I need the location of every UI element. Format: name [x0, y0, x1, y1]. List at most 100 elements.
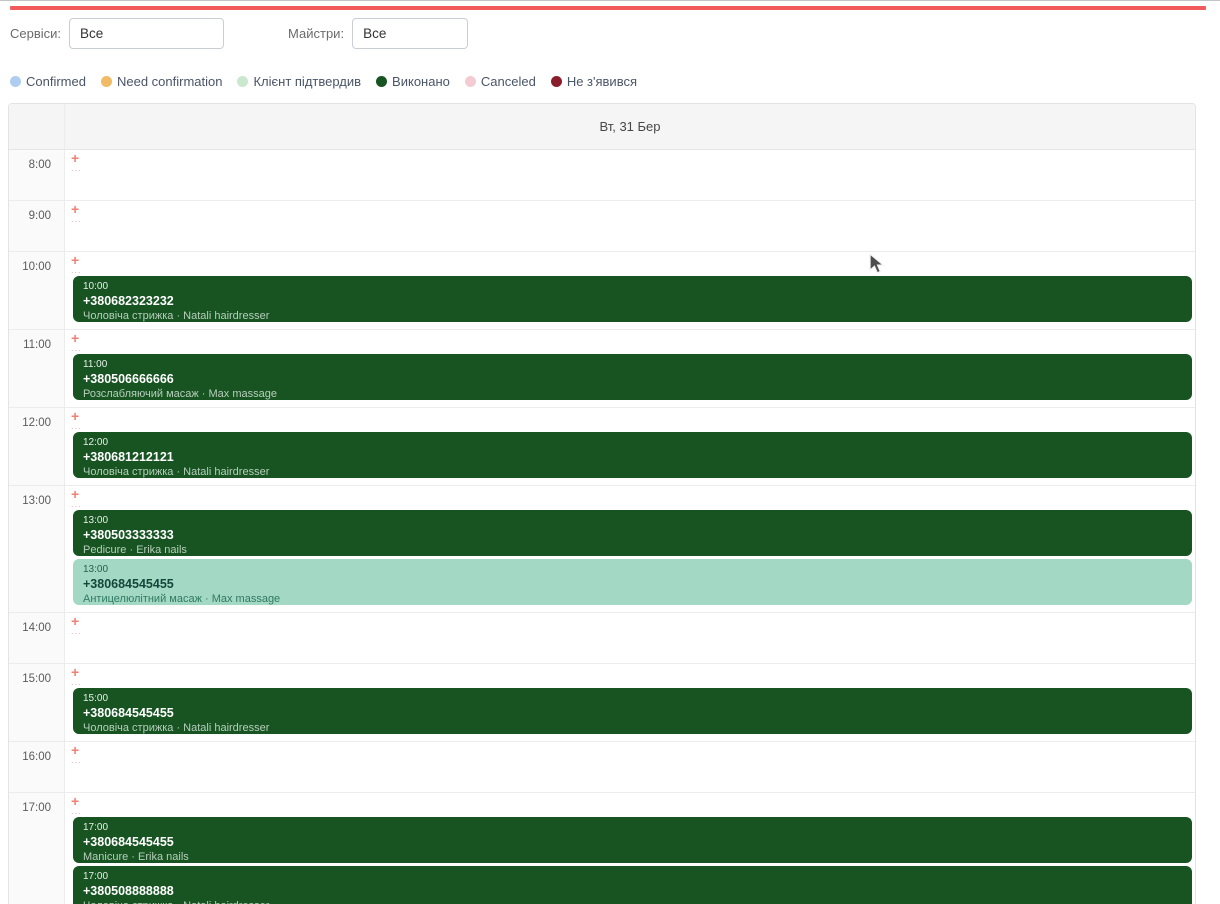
- day-cell[interactable]: +...12:00+380681212121Чоловіча стрижка ·…: [65, 408, 1195, 485]
- more-options-button[interactable]: ...: [71, 215, 85, 223]
- day-cell[interactable]: +...17:00+380684545455Manicure · Erika n…: [65, 793, 1195, 904]
- calendar-row: 10:00+...10:00+380682323232Чоловіча стри…: [9, 252, 1195, 330]
- event-client-phone: +380684545455: [83, 834, 1182, 850]
- filters-bar: Сервіси: Майстри:: [10, 18, 468, 49]
- calendar-row: 16:00+...: [9, 742, 1195, 793]
- status-dot-icon: [376, 76, 387, 87]
- more-options-button[interactable]: ...: [71, 807, 85, 815]
- event-service-master: Чоловіча стрижка · Natali hairdresser: [83, 309, 1182, 322]
- event-client-phone: +380508888888: [83, 883, 1182, 899]
- legend-item: Виконано: [376, 74, 450, 89]
- day-cell[interactable]: +...10:00+380682323232Чоловіча стрижка ·…: [65, 252, 1195, 329]
- event-time: 13:00: [83, 514, 1182, 527]
- day-cell[interactable]: +...: [65, 150, 1195, 200]
- event-time: 10:00: [83, 280, 1182, 293]
- cell-actions: +...: [71, 664, 1192, 688]
- event-time: 11:00: [83, 358, 1182, 371]
- booking-event[interactable]: 17:00+380508888888Чоловіча стрижка · Nat…: [73, 866, 1192, 904]
- cell-actions: +...: [71, 408, 1192, 432]
- status-dot-icon: [465, 76, 476, 87]
- time-slot-label: 9:00: [9, 201, 65, 251]
- time-slot-label: 11:00: [9, 330, 65, 407]
- status-legend: Confirmed Need confirmation Клієнт підтвер…: [10, 74, 637, 89]
- event-service-master: Чоловіча стрижка · Natali hairdresser: [83, 465, 1182, 478]
- legend-item: Не з'явився: [551, 74, 637, 89]
- time-slot-label: 17:00: [9, 793, 65, 904]
- legend-item: Клієнт підтвердив: [237, 74, 361, 89]
- more-options-button[interactable]: ...: [71, 422, 85, 430]
- legend-item-label: Клієнт підтвердив: [253, 74, 361, 89]
- time-column-spacer: [9, 104, 65, 149]
- calendar-row: 12:00+...12:00+380681212121Чоловіча стри…: [9, 408, 1195, 486]
- calendar-row: 8:00+...: [9, 150, 1195, 201]
- event-client-phone: +380684545455: [83, 576, 1182, 592]
- event-time: 15:00: [83, 692, 1182, 705]
- day-cell[interactable]: +...11:00+380506666666Розслабляючий маса…: [65, 330, 1195, 407]
- status-dot-icon: [551, 76, 562, 87]
- calendar-row: 17:00+...17:00+380684545455Manicure · Er…: [9, 793, 1195, 904]
- cell-actions: +...: [71, 486, 1192, 510]
- booking-event[interactable]: 13:00+380503333333Pedicure · Erika nails: [73, 510, 1192, 556]
- day-cell[interactable]: +...13:00+380503333333Pedicure · Erika n…: [65, 486, 1195, 612]
- booking-event[interactable]: 13:00+380684545455Антицелюлітний масаж ·…: [73, 559, 1192, 605]
- more-options-button[interactable]: ...: [71, 678, 85, 686]
- event-time: 17:00: [83, 870, 1182, 883]
- time-slot-label: 8:00: [9, 150, 65, 200]
- event-time: 12:00: [83, 436, 1182, 449]
- booking-event[interactable]: 11:00+380506666666Розслабляючий масаж · …: [73, 354, 1192, 400]
- calendar-row: 15:00+...15:00+380684545455Чоловіча стри…: [9, 664, 1195, 742]
- status-dot-icon: [101, 76, 112, 87]
- time-slot-label: 15:00: [9, 664, 65, 741]
- event-service-master: Антицелюлітний масаж · Max massage: [83, 592, 1182, 605]
- legend-item-label: Canceled: [481, 74, 536, 89]
- legend-item: Need confirmation: [101, 74, 223, 89]
- loading-progress-bar: [10, 6, 1206, 10]
- event-service-master: Розслабляючий масаж · Max massage: [83, 387, 1182, 400]
- cell-actions: +...: [71, 150, 1192, 174]
- event-client-phone: +380684545455: [83, 705, 1182, 721]
- day-column-header: Вт, 31 Бер: [65, 104, 1195, 149]
- time-slot-label: 16:00: [9, 742, 65, 792]
- day-cell[interactable]: +...: [65, 742, 1195, 792]
- calendar-row: 13:00+...13:00+380503333333Pedicure · Er…: [9, 486, 1195, 613]
- more-options-button[interactable]: ...: [71, 627, 85, 635]
- day-cell[interactable]: +...15:00+380684545455Чоловіча стрижка ·…: [65, 664, 1195, 741]
- cell-actions: +...: [71, 330, 1192, 354]
- masters-filter-label: Майстри:: [288, 26, 344, 41]
- window-top-border: [0, 0, 1220, 1]
- time-slot-label: 13:00: [9, 486, 65, 612]
- event-client-phone: +380506666666: [83, 371, 1182, 387]
- more-options-button[interactable]: ...: [71, 344, 85, 352]
- calendar-header-row: Вт, 31 Бер: [9, 104, 1195, 150]
- booking-calendar: Вт, 31 Бер 8:00+...9:00+...10:00+...10:0…: [8, 103, 1196, 904]
- time-slot-label: 12:00: [9, 408, 65, 485]
- booking-event[interactable]: 17:00+380684545455Manicure · Erika nails: [73, 817, 1192, 863]
- calendar-row: 14:00+...: [9, 613, 1195, 664]
- more-options-button[interactable]: ...: [71, 500, 85, 508]
- event-client-phone: +380503333333: [83, 527, 1182, 543]
- event-service-master: Чоловіча стрижка · Natali hairdresser: [83, 721, 1182, 734]
- event-time: 13:00: [83, 563, 1182, 576]
- legend-item-label: Confirmed: [26, 74, 86, 89]
- time-slot-label: 10:00: [9, 252, 65, 329]
- cell-actions: +...: [71, 252, 1192, 276]
- booking-event[interactable]: 12:00+380681212121Чоловіча стрижка · Nat…: [73, 432, 1192, 478]
- day-cell[interactable]: +...: [65, 201, 1195, 251]
- more-options-button[interactable]: ...: [71, 756, 85, 764]
- booking-event[interactable]: 15:00+380684545455Чоловіча стрижка · Nat…: [73, 688, 1192, 734]
- masters-filter-input[interactable]: [352, 18, 468, 49]
- calendar-row: 9:00+...: [9, 201, 1195, 252]
- legend-item: Confirmed: [10, 74, 86, 89]
- cell-actions: +...: [71, 742, 1192, 766]
- status-dot-icon: [10, 76, 21, 87]
- more-options-button[interactable]: ...: [71, 164, 85, 172]
- services-filter-input[interactable]: [69, 18, 224, 49]
- legend-item-label: Need confirmation: [117, 74, 223, 89]
- day-cell[interactable]: +...: [65, 613, 1195, 663]
- cell-actions: +...: [71, 201, 1192, 225]
- legend-item: Canceled: [465, 74, 536, 89]
- booking-event[interactable]: 10:00+380682323232Чоловіча стрижка · Nat…: [73, 276, 1192, 322]
- more-options-button[interactable]: ...: [71, 266, 85, 274]
- cell-actions: +...: [71, 613, 1192, 637]
- services-filter-label: Сервіси:: [10, 26, 61, 41]
